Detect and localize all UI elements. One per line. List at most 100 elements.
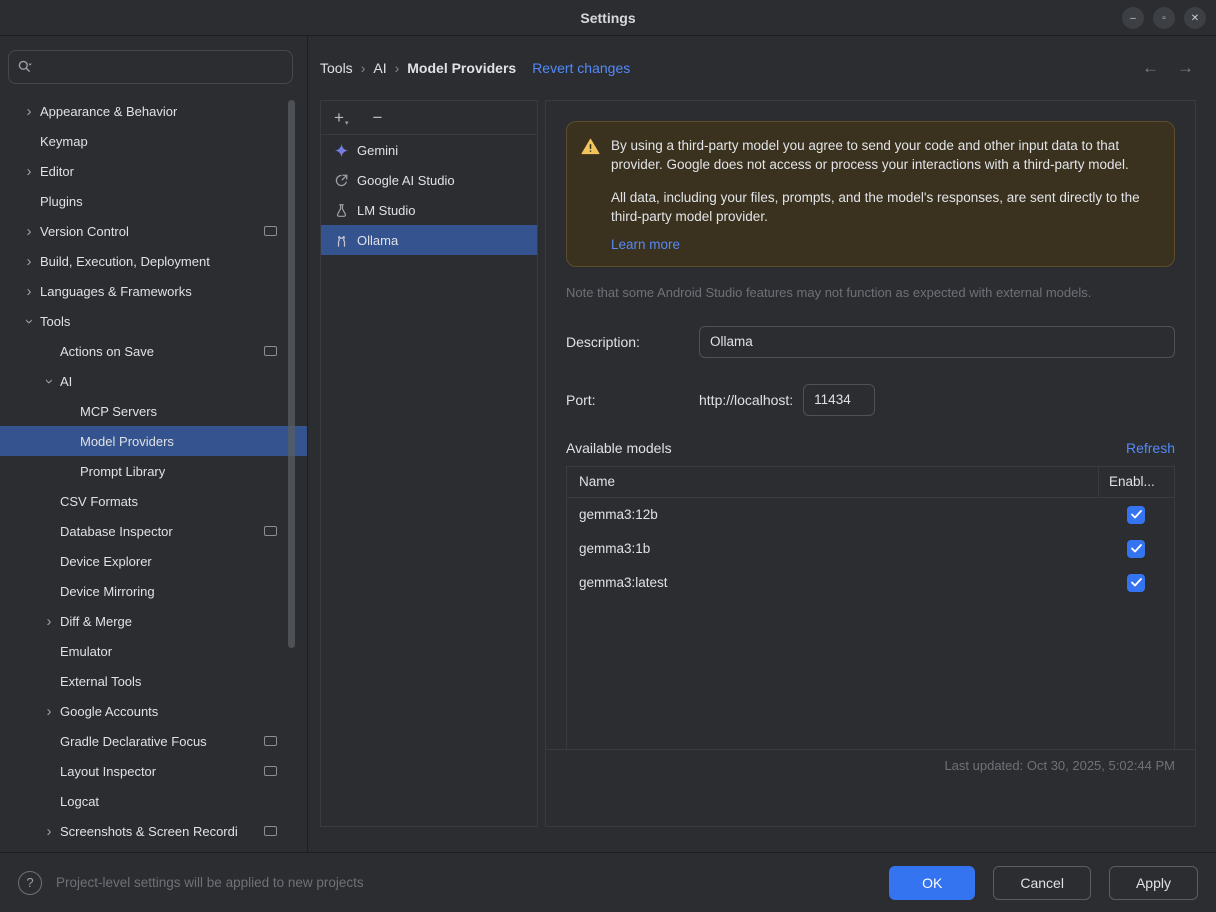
minimize-icon[interactable]: – bbox=[1122, 7, 1144, 29]
chevron-spacer bbox=[40, 792, 58, 810]
settings-search-box[interactable] bbox=[8, 50, 293, 84]
gemini-icon bbox=[333, 142, 349, 158]
port-field[interactable] bbox=[803, 384, 875, 416]
model-enabled-checkbox[interactable] bbox=[1127, 574, 1145, 592]
sidebar-item-keymap[interactable]: Keymap bbox=[0, 126, 307, 156]
table-row[interactable]: gemma3:latest bbox=[567, 566, 1174, 600]
settings-tree: Appearance & Behavior Keymap Editor Plug… bbox=[0, 96, 307, 846]
ok-button[interactable]: OK bbox=[889, 866, 975, 900]
sidebar-item-label: AI bbox=[60, 374, 72, 389]
chevron-down-icon[interactable] bbox=[20, 312, 38, 330]
titlebar: Settings – ▫ ✕ bbox=[0, 0, 1216, 36]
apply-button[interactable]: Apply bbox=[1109, 866, 1198, 900]
sidebar-item-screenshots-screen-recording[interactable]: Screenshots & Screen Recordi bbox=[0, 816, 307, 846]
dialog-footer: ? Project-level settings will be applied… bbox=[0, 852, 1216, 912]
sidebar-item-label: Google Accounts bbox=[60, 704, 158, 719]
sidebar-item-layout-inspector[interactable]: Layout Inspector bbox=[0, 756, 307, 786]
breadcrumb-tools[interactable]: Tools bbox=[320, 60, 353, 76]
column-header-enabled[interactable]: Enabl... bbox=[1098, 467, 1174, 497]
breadcrumb-separator: › bbox=[361, 60, 366, 76]
chevron-right-icon[interactable] bbox=[20, 162, 38, 180]
sidebar-item-languages-frameworks[interactable]: Languages & Frameworks bbox=[0, 276, 307, 306]
model-enabled-checkbox[interactable] bbox=[1127, 506, 1145, 524]
sidebar-item-editor[interactable]: Editor bbox=[0, 156, 307, 186]
refresh-link[interactable]: Refresh bbox=[1126, 440, 1175, 456]
sidebar-item-logcat[interactable]: Logcat bbox=[0, 786, 307, 816]
warning-text: By using a third-party model you agree t… bbox=[611, 136, 1156, 252]
sidebar-item-tools[interactable]: Tools bbox=[0, 306, 307, 336]
chevron-right-icon[interactable] bbox=[20, 282, 38, 300]
chevron-right-icon[interactable] bbox=[20, 102, 38, 120]
provider-item-ollama[interactable]: Ollama bbox=[321, 225, 537, 255]
port-prefix: http://localhost: bbox=[699, 392, 793, 408]
port-row: Port: http://localhost: bbox=[566, 384, 1175, 416]
sidebar-item-device-explorer[interactable]: Device Explorer bbox=[0, 546, 307, 576]
provider-item-google-ai-studio[interactable]: Google AI Studio bbox=[321, 165, 537, 195]
description-field[interactable] bbox=[699, 326, 1175, 358]
add-provider-button[interactable]: +▾ bbox=[334, 109, 348, 127]
sidebar-item-label: Version Control bbox=[40, 224, 129, 239]
sidebar-item-database-inspector[interactable]: Database Inspector bbox=[0, 516, 307, 546]
chevron-spacer bbox=[40, 672, 58, 690]
sidebar-item-label: Model Providers bbox=[80, 434, 174, 449]
sidebar-item-device-mirroring[interactable]: Device Mirroring bbox=[0, 576, 307, 606]
main-content: Tools › AI › Model Providers Revert chan… bbox=[308, 36, 1216, 852]
sidebar-item-prompt-library[interactable]: Prompt Library bbox=[0, 456, 307, 486]
search-input[interactable] bbox=[39, 59, 284, 76]
cancel-button[interactable]: Cancel bbox=[993, 866, 1091, 900]
provider-item-gemini[interactable]: Gemini bbox=[321, 135, 537, 165]
chevron-spacer bbox=[40, 582, 58, 600]
sidebar-item-label: Screenshots & Screen Recordi bbox=[60, 824, 238, 839]
sidebar-item-ai[interactable]: AI bbox=[0, 366, 307, 396]
chevron-spacer bbox=[60, 432, 78, 450]
sidebar-item-plugins[interactable]: Plugins bbox=[0, 186, 307, 216]
warning-icon bbox=[581, 136, 600, 252]
sidebar-item-appearance-behavior[interactable]: Appearance & Behavior bbox=[0, 96, 307, 126]
sidebar-item-build-execution-deployment[interactable]: Build, Execution, Deployment bbox=[0, 246, 307, 276]
provider-label: Gemini bbox=[357, 143, 398, 158]
breadcrumb-ai[interactable]: AI bbox=[373, 60, 386, 76]
provider-item-lm-studio[interactable]: LM Studio bbox=[321, 195, 537, 225]
sidebar-item-actions-on-save[interactable]: Actions on Save bbox=[0, 336, 307, 366]
chevron-spacer bbox=[40, 552, 58, 570]
sidebar-item-google-accounts[interactable]: Google Accounts bbox=[0, 696, 307, 726]
chevron-right-icon[interactable] bbox=[20, 222, 38, 240]
table-row[interactable]: gemma3:12b bbox=[567, 498, 1174, 532]
chevron-right-icon[interactable] bbox=[40, 822, 58, 840]
column-header-name[interactable]: Name bbox=[567, 467, 1098, 497]
sidebar-item-external-tools[interactable]: External Tools bbox=[0, 666, 307, 696]
sidebar-item-emulator[interactable]: Emulator bbox=[0, 636, 307, 666]
sidebar-scrollbar[interactable] bbox=[288, 100, 295, 648]
remove-provider-button[interactable]: − bbox=[372, 109, 382, 126]
maximize-icon[interactable]: ▫ bbox=[1153, 7, 1175, 29]
revert-changes-link[interactable]: Revert changes bbox=[532, 60, 630, 76]
chevron-right-icon[interactable] bbox=[20, 252, 38, 270]
check-icon bbox=[1131, 578, 1142, 587]
ollama-detail-panel: By using a third-party model you agree t… bbox=[545, 100, 1196, 827]
project-config-icon bbox=[264, 736, 277, 746]
model-enabled-checkbox[interactable] bbox=[1127, 540, 1145, 558]
learn-more-link[interactable]: Learn more bbox=[611, 237, 680, 252]
chevron-spacer bbox=[40, 762, 58, 780]
close-icon[interactable]: ✕ bbox=[1184, 7, 1206, 29]
sidebar-item-model-providers[interactable]: Model Providers bbox=[0, 426, 307, 456]
sidebar-item-label: Build, Execution, Deployment bbox=[40, 254, 210, 269]
window-controls: – ▫ ✕ bbox=[1122, 7, 1206, 29]
chevron-right-icon[interactable] bbox=[40, 612, 58, 630]
sidebar-item-label: Device Mirroring bbox=[60, 584, 155, 599]
sidebar-item-label: Logcat bbox=[60, 794, 99, 809]
table-row[interactable]: gemma3:1b bbox=[567, 532, 1174, 566]
chevron-right-icon[interactable] bbox=[40, 702, 58, 720]
help-icon[interactable]: ? bbox=[18, 871, 42, 895]
sidebar-item-csv-formats[interactable]: CSV Formats bbox=[0, 486, 307, 516]
description-label: Description: bbox=[566, 334, 699, 350]
sidebar-item-version-control[interactable]: Version Control bbox=[0, 216, 307, 246]
breadcrumb-separator: › bbox=[395, 60, 400, 76]
back-arrow-icon[interactable]: ← bbox=[1142, 58, 1159, 78]
sidebar-item-mcp-servers[interactable]: MCP Servers bbox=[0, 396, 307, 426]
chevron-down-icon[interactable] bbox=[40, 372, 58, 390]
sidebar-item-gradle-declarative-focus[interactable]: Gradle Declarative Focus bbox=[0, 726, 307, 756]
chevron-spacer bbox=[40, 492, 58, 510]
forward-arrow-icon[interactable]: → bbox=[1177, 58, 1194, 78]
sidebar-item-diff-merge[interactable]: Diff & Merge bbox=[0, 606, 307, 636]
